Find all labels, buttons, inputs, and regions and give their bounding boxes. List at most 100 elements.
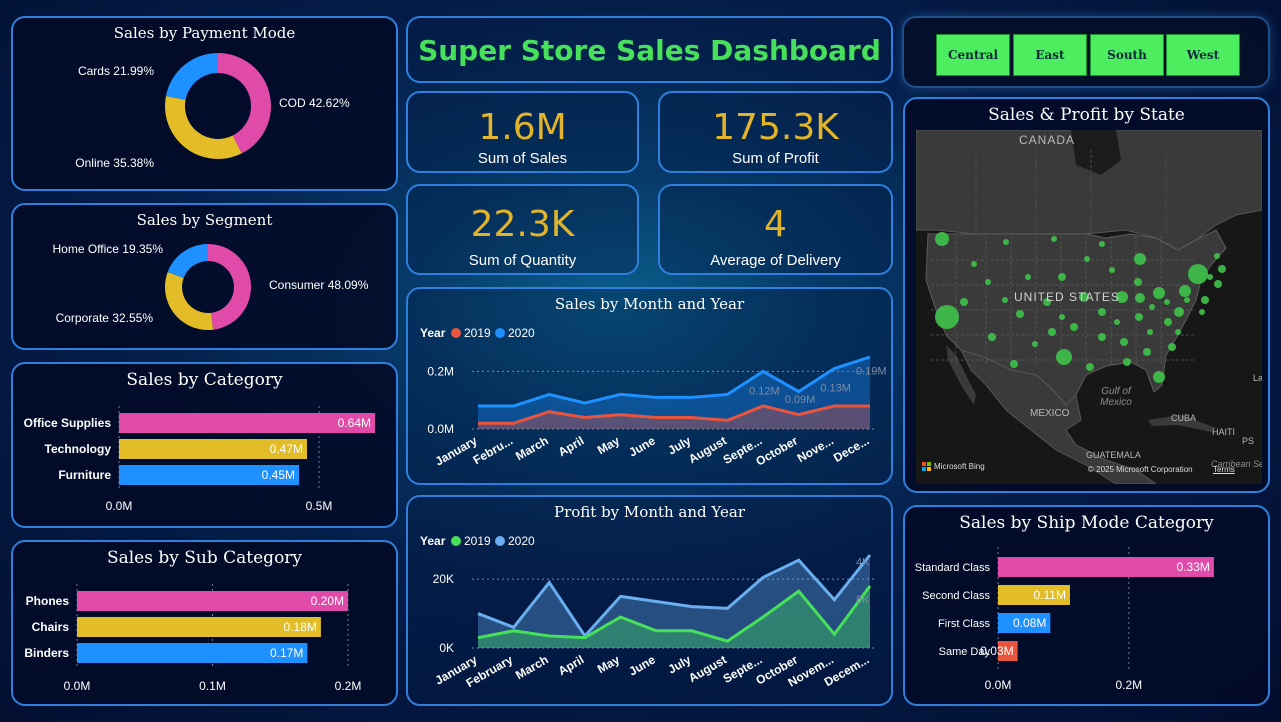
state-bubble <box>1109 267 1115 273</box>
state-bubble <box>1010 360 1018 368</box>
dashboard-title: Super Store Sales Dashboard <box>418 34 881 67</box>
legend-title: Year <box>420 534 446 548</box>
map-canvas[interactable]: CANADA UNITED STATES MEXICO Gulf of Mexi… <box>916 130 1262 484</box>
x-tick-label: August <box>686 652 729 685</box>
map-card: Sales & Profit by State CANADA UNITED ST… <box>903 97 1270 493</box>
state-bubble <box>1153 371 1165 383</box>
state-bubble <box>1123 358 1131 366</box>
legend-marker <box>451 328 461 338</box>
x-tick-label: Nove... <box>795 433 836 465</box>
shipmode-title: Sales by Ship Mode Category <box>959 513 1214 533</box>
category-label: Technology <box>45 442 112 456</box>
state-bubble <box>1025 274 1031 280</box>
y-tick-label: 0K <box>439 641 454 655</box>
category-label: Standard Class <box>915 562 991 574</box>
legend-label: 2019 <box>464 326 491 340</box>
state-bubble <box>1120 338 1128 346</box>
state-bubble <box>1084 256 1090 262</box>
state-bubble <box>1135 293 1145 303</box>
state-bubble <box>1207 274 1213 280</box>
x-tick-label: January <box>433 433 480 468</box>
donut-label: Consumer 48.09% <box>269 278 369 292</box>
state-bubble <box>985 279 991 285</box>
x-tick-label: August <box>686 433 729 466</box>
bar-value-label: 0.45M <box>262 468 295 482</box>
x-tick-label: May <box>595 652 622 676</box>
category-label: Furniture <box>58 468 111 482</box>
x-tick-label: June <box>626 652 658 678</box>
region-button-east[interactable]: East <box>1013 34 1087 76</box>
state-bubble <box>1003 239 1009 245</box>
region-button-central[interactable]: Central <box>936 34 1010 76</box>
state-bubble <box>1051 236 1057 242</box>
payment-donut-chart: COD 42.62% Online 35.38% Cards 21.99% <box>75 53 350 170</box>
map-label-canada: CANADA <box>1019 133 1076 147</box>
x-tick-label: Febru... <box>471 433 516 467</box>
kpi-quantity-label: Sum of Quantity <box>468 252 577 269</box>
x-tick-label: 0.0M <box>985 678 1012 692</box>
data-label: 0.13M <box>820 383 851 395</box>
sales-month-area-chart: Year 2019 2020 0.0M 0.2M 0.12M 0.09M 0.13M 0.19M… <box>420 326 887 469</box>
microsoft-logo-icon <box>922 462 931 471</box>
state-bubble <box>1056 349 1072 365</box>
state-bubble <box>988 333 996 341</box>
legend-label: 2019 <box>464 534 491 548</box>
profit-month-card: Profit by Month and Year Year 2019 2020 0K 2… <box>406 495 893 706</box>
subcategory-card: Sales by Sub Category 0.0M 0.1M 0.2M Phones… <box>11 540 398 706</box>
donut-label: Home Office 19.35% <box>52 242 163 256</box>
payment-mode-title: Sales by Payment Mode <box>113 24 296 42</box>
region-button-west[interactable]: West <box>1166 34 1240 76</box>
category-card: Sales by Category 0.0M 0.5M Office Supplie… <box>11 362 398 528</box>
state-bubble <box>1048 328 1056 336</box>
state-bubble <box>960 298 968 306</box>
state-bubble <box>1174 307 1184 317</box>
state-bubble <box>1134 278 1142 286</box>
segment-title: Sales by Segment <box>136 211 273 229</box>
x-tick-label: 0.0M <box>64 679 91 693</box>
map-label-gulf: Gulf of Mexico <box>1100 386 1132 408</box>
state-bubble <box>935 305 959 329</box>
bing-attribution: Microsoft Bing <box>934 462 985 471</box>
bar-value-label: 0.03M <box>980 644 1013 658</box>
state-bubble <box>1149 304 1155 310</box>
state-bubble <box>971 261 977 267</box>
state-bubble <box>1059 314 1065 320</box>
legend-marker <box>451 536 461 546</box>
state-bubble <box>1016 310 1024 318</box>
state-bubble <box>1214 280 1222 288</box>
state-bubble <box>1175 329 1181 335</box>
state-bubble <box>1164 299 1170 305</box>
y-tick-label: 0.0M <box>427 422 454 436</box>
x-tick-label: March <box>513 652 551 682</box>
category-title: Sales by Category <box>126 370 283 390</box>
kpi-profit-value: 175.3K <box>712 107 839 148</box>
kpi-profit-card: 175.3K Sum of Profit <box>658 91 893 173</box>
x-tick-label: Dece... <box>831 433 872 464</box>
sales-month-card: Sales by Month and Year Year 2019 2020 0.0M… <box>406 287 893 485</box>
category-label: Office Supplies <box>24 416 112 430</box>
shipmode-bar-chart: 0.0M 0.2M Standard Class 0.33M Second Class 0… <box>915 547 1214 692</box>
map-label-mexico: MEXICO <box>1030 408 1070 419</box>
x-tick-label: May <box>595 433 622 457</box>
y-tick-label: 20K <box>433 572 454 586</box>
x-tick-label: 0.2M <box>335 679 362 693</box>
payment-mode-card: Sales by Payment Mode COD 42.62% Online 3… <box>11 16 398 191</box>
state-bubble <box>1099 241 1105 247</box>
data-label: 4K <box>856 556 870 568</box>
map-label-ps: PS <box>1242 436 1255 446</box>
state-bubble <box>1199 309 1205 315</box>
kpi-delivery-value: 4 <box>764 204 787 245</box>
kpi-sales-card: 1.6M Sum of Sales <box>406 91 639 173</box>
region-button-south[interactable]: South <box>1090 34 1164 76</box>
map-label-us: UNITED STATES <box>1014 290 1120 304</box>
state-bubble <box>1002 297 1008 303</box>
map-svg <box>916 130 1262 484</box>
donut-slice-cards <box>165 53 218 100</box>
map-label-cuba: CUBA <box>1171 413 1197 423</box>
x-tick-label: 0.0M <box>106 499 133 513</box>
state-bubble <box>1153 287 1165 299</box>
category-label: Binders <box>24 646 69 660</box>
bar-value-label: 0.08M <box>1013 616 1046 630</box>
state-bubble <box>1143 348 1151 356</box>
map-terms-link[interactable]: Terms <box>1213 465 1235 474</box>
